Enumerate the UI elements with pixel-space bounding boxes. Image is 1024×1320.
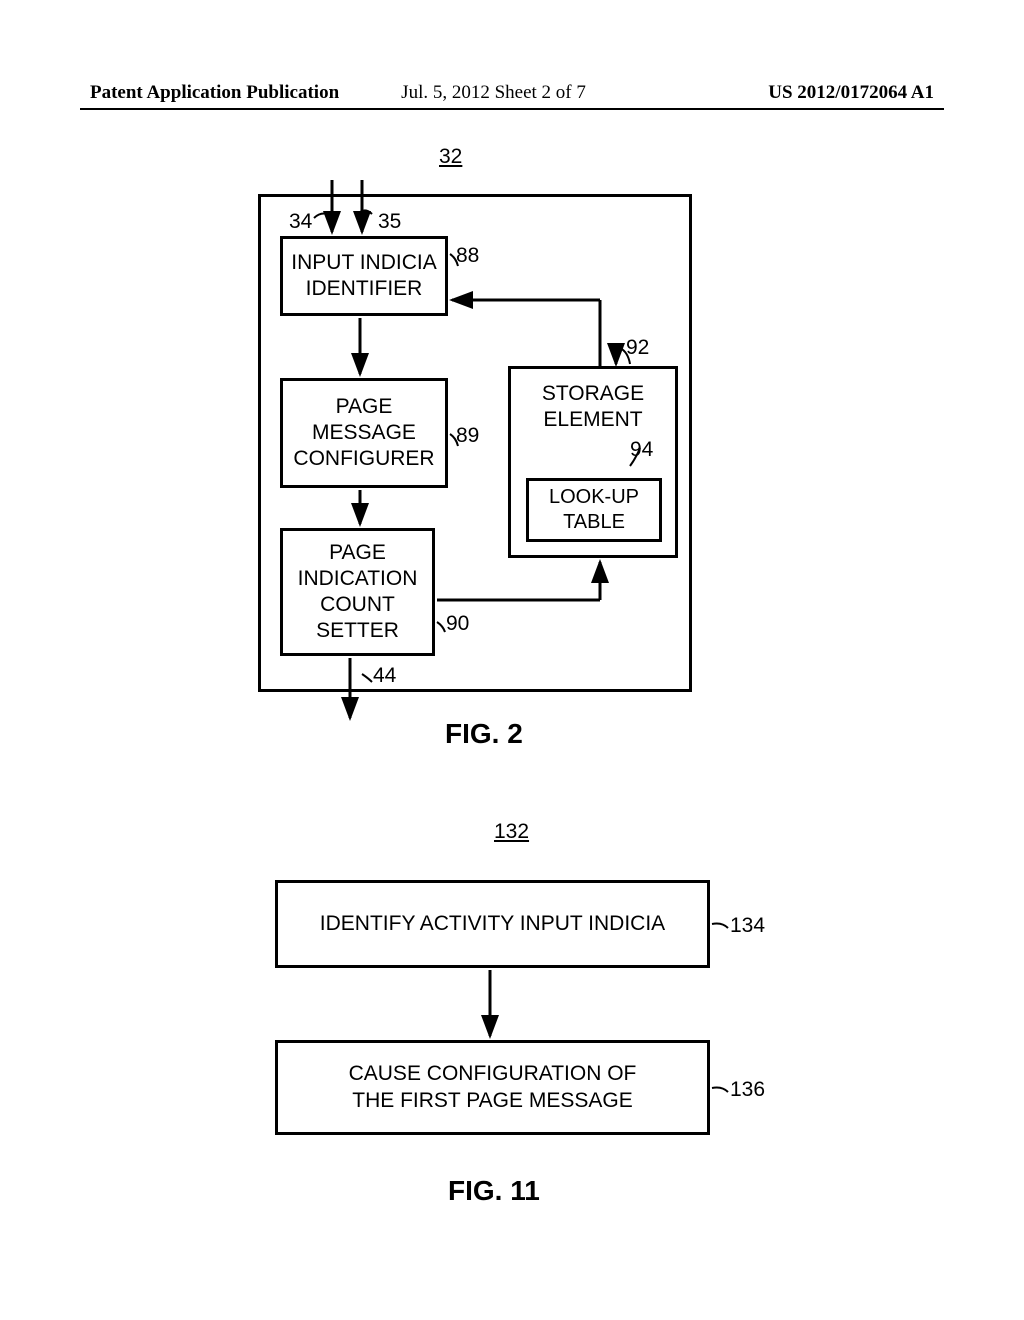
ref-44: 44	[373, 664, 396, 688]
ref-32: 32	[439, 145, 462, 169]
ref-132: 132	[494, 820, 529, 844]
box-input-indicia-identifier: INPUT INDICIA IDENTIFIER	[280, 236, 448, 316]
fig11-caption: FIG. 11	[448, 1175, 540, 1207]
ref-136: 136	[730, 1078, 765, 1102]
box-page-message-configurer: PAGE MESSAGE CONFIGURER	[280, 378, 448, 488]
storage-element-label: STORAGE ELEMENT	[542, 381, 644, 434]
diagram-area: 32 INPUT INDICIA IDENTIFIER 88 PAGE MESS…	[0, 0, 1024, 1320]
fig2-caption: FIG. 2	[445, 718, 523, 750]
box-lookup-table: LOOK-UP TABLE	[526, 478, 662, 542]
box-identify-activity: IDENTIFY ACTIVITY INPUT INDICIA	[275, 880, 710, 968]
box-page-indication-count-setter: PAGE INDICATION COUNT SETTER	[280, 528, 435, 656]
ref-88: 88	[456, 244, 479, 268]
ref-92: 92	[626, 336, 649, 360]
ref-134: 134	[730, 914, 765, 938]
ref-34: 34	[289, 210, 312, 234]
ref-90: 90	[446, 612, 469, 636]
ref-89: 89	[456, 424, 479, 448]
ref-35: 35	[378, 210, 401, 234]
ref-94: 94	[630, 438, 653, 462]
box-cause-configuration: CAUSE CONFIGURATION OF THE FIRST PAGE ME…	[275, 1040, 710, 1135]
